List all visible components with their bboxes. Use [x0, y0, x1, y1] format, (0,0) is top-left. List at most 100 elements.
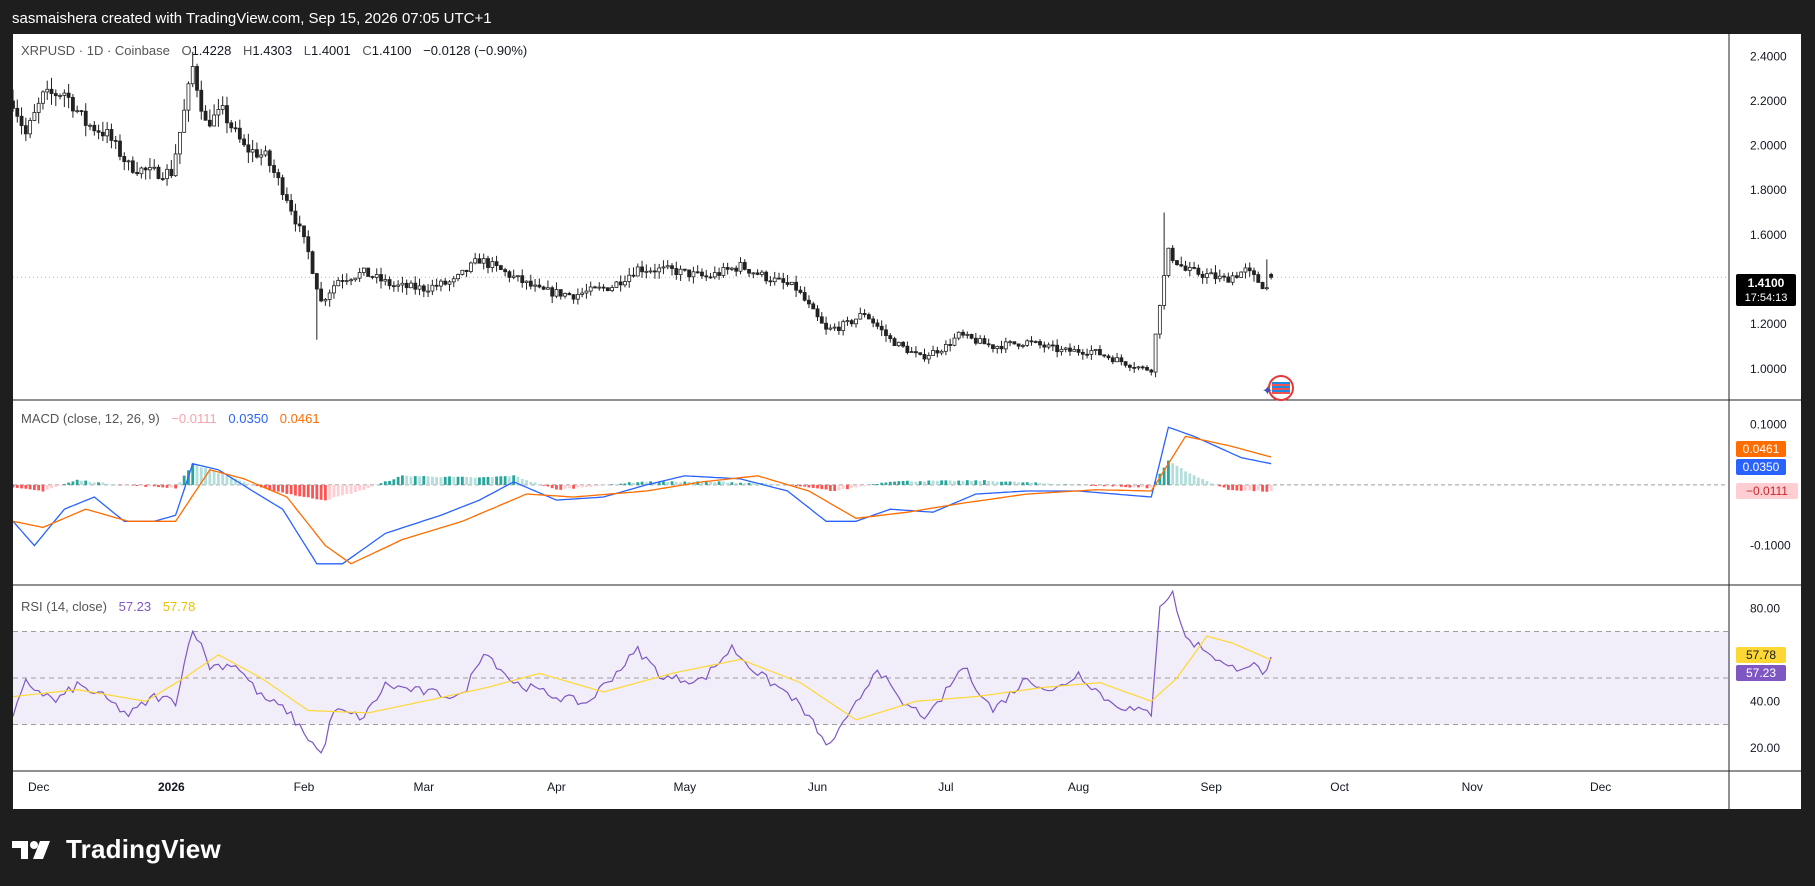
macd-histogram-bar [366, 484, 370, 489]
candle-body [36, 102, 41, 113]
macd-histogram-bar [139, 484, 143, 486]
macd-histogram-bar [306, 484, 310, 498]
candle-body [1102, 354, 1107, 357]
candle-body [631, 274, 636, 277]
candle-body [935, 350, 940, 354]
price-tick-label: 2.2000 [1750, 94, 1787, 108]
candle-body [28, 120, 33, 135]
candle-body [362, 267, 366, 273]
candle-body [1050, 344, 1055, 347]
candle-body [113, 140, 118, 142]
macd-histogram-bar [1235, 484, 1239, 491]
candle-body [999, 345, 1004, 350]
rsi-ma-badge: 57.78 [1746, 648, 1776, 662]
candle-body [884, 329, 888, 336]
chart-frame[interactable]: 2.4000 2.2000 2.0000 1.8000 1.6000 1.2000 1.00… [11, 34, 1801, 809]
candle-body [777, 277, 781, 280]
macd-histogram-bar [846, 484, 849, 490]
macd-histogram-bar [1042, 483, 1046, 485]
macd-histogram-bar [841, 484, 845, 489]
candle-body [1119, 357, 1124, 363]
macd-histogram-bar [148, 484, 152, 487]
time-tick-label: May [674, 780, 697, 794]
candle-body [708, 276, 713, 279]
candle-body [747, 269, 751, 274]
candle-body [978, 338, 983, 344]
macd-histogram-bar [32, 484, 36, 491]
candle-body [464, 269, 469, 272]
candle-body [1179, 264, 1184, 267]
candle-body [755, 272, 760, 275]
candle-body [909, 351, 914, 354]
macd-histogram-bar [820, 484, 824, 490]
candle-body [554, 289, 559, 297]
candle-body [246, 144, 251, 153]
tradingview-logo-icon [12, 840, 50, 859]
macd-histogram-bar [1021, 482, 1025, 485]
sparkle-icon: ✦ [1262, 383, 1273, 398]
macd-histogram-bar [777, 484, 781, 485]
candle-body [118, 140, 122, 157]
candle-body [306, 236, 311, 253]
candle-body [284, 194, 289, 201]
macd-histogram-bar [473, 477, 477, 485]
macd-histogram-bar [940, 480, 944, 485]
macd-histogram-bar [1038, 482, 1042, 485]
candle-body [1046, 344, 1051, 348]
macd-histogram-bar [11, 484, 15, 488]
candle-body [242, 138, 246, 146]
candle-body [546, 287, 550, 290]
macd-histogram-bar [302, 484, 306, 497]
macd-histogram-bar [1222, 484, 1226, 488]
change-value: −0.0128 (−0.90%) [423, 43, 527, 58]
macd-histogram-bar [563, 484, 567, 489]
candle-body [1209, 272, 1214, 275]
candle-body [387, 279, 392, 287]
candle-body [738, 262, 743, 272]
candle-body [961, 331, 965, 336]
candle-body [152, 166, 157, 169]
macd-histogram-bar [867, 484, 871, 486]
macd-histogram-bar [828, 484, 832, 491]
macd-histogram-bar [640, 481, 644, 485]
chart-credit: sasmaishera created with TradingView.com… [12, 10, 492, 27]
macd-histogram-bar [1141, 484, 1145, 488]
candle-body [49, 88, 54, 94]
macd-histogram-bar [670, 481, 674, 485]
candle-body [216, 109, 221, 116]
macd-histogram-bar [1008, 481, 1012, 485]
candle-body [100, 131, 105, 137]
candle-body [1098, 348, 1102, 356]
macd-badges: 0.0461 0.0350 −0.0111 [1736, 441, 1798, 499]
macd-histogram-bar [627, 482, 631, 485]
candle-body [593, 286, 597, 289]
candle-body [618, 281, 623, 286]
macd-histogram-bar [1145, 484, 1149, 489]
macd-histogram-bar [1128, 484, 1132, 488]
candle-body [1166, 247, 1171, 276]
macd-histogram-bar [987, 480, 991, 485]
macd-tick-label: 0.1000 [1750, 417, 1787, 431]
macd-histogram-bar [512, 475, 516, 485]
rsi-badge: 57.23 [1746, 666, 1776, 680]
candle-body [986, 343, 991, 346]
trading-chart[interactable]: 2.4000 2.2000 2.0000 1.8000 1.6000 1.2000 1.00… [11, 34, 1801, 809]
macd-histogram-bar [456, 476, 460, 485]
candle-body [537, 284, 542, 288]
macd-histogram-bar [854, 484, 858, 488]
candle-body [717, 272, 721, 276]
macd-histogram-bar [803, 484, 807, 487]
macd-histogram-bar [751, 483, 755, 485]
rsi-tick-label: 40.00 [1750, 694, 1780, 708]
candle-body [53, 93, 58, 97]
candle-body [670, 265, 674, 269]
macd-histogram-bar [311, 484, 314, 499]
candle-body [314, 273, 319, 290]
macd-lines [12, 426, 1272, 565]
rsi-badges: 57.78 57.23 [1736, 647, 1786, 681]
candle-body [849, 320, 854, 325]
macd-histogram-bar [157, 484, 160, 488]
candle-body [1162, 275, 1167, 306]
candle-body [1089, 350, 1094, 355]
candle-body [802, 292, 807, 301]
